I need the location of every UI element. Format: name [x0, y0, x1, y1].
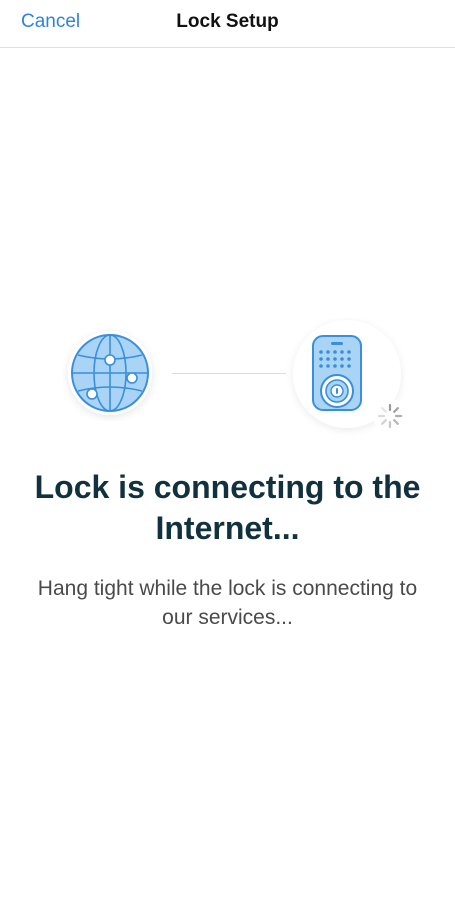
status-description: Hang tight while the lock is connecting … [37, 577, 418, 629]
loading-spinner-icon [372, 398, 408, 434]
status-heading: Lock is connecting to the Internet... [34, 469, 421, 546]
navigation-bar: Cancel Lock Setup [0, 0, 455, 48]
connection-illustration [0, 310, 455, 450]
globe-icon [62, 325, 158, 421]
page-title: Lock Setup [176, 11, 279, 32]
connection-line [172, 373, 286, 374]
